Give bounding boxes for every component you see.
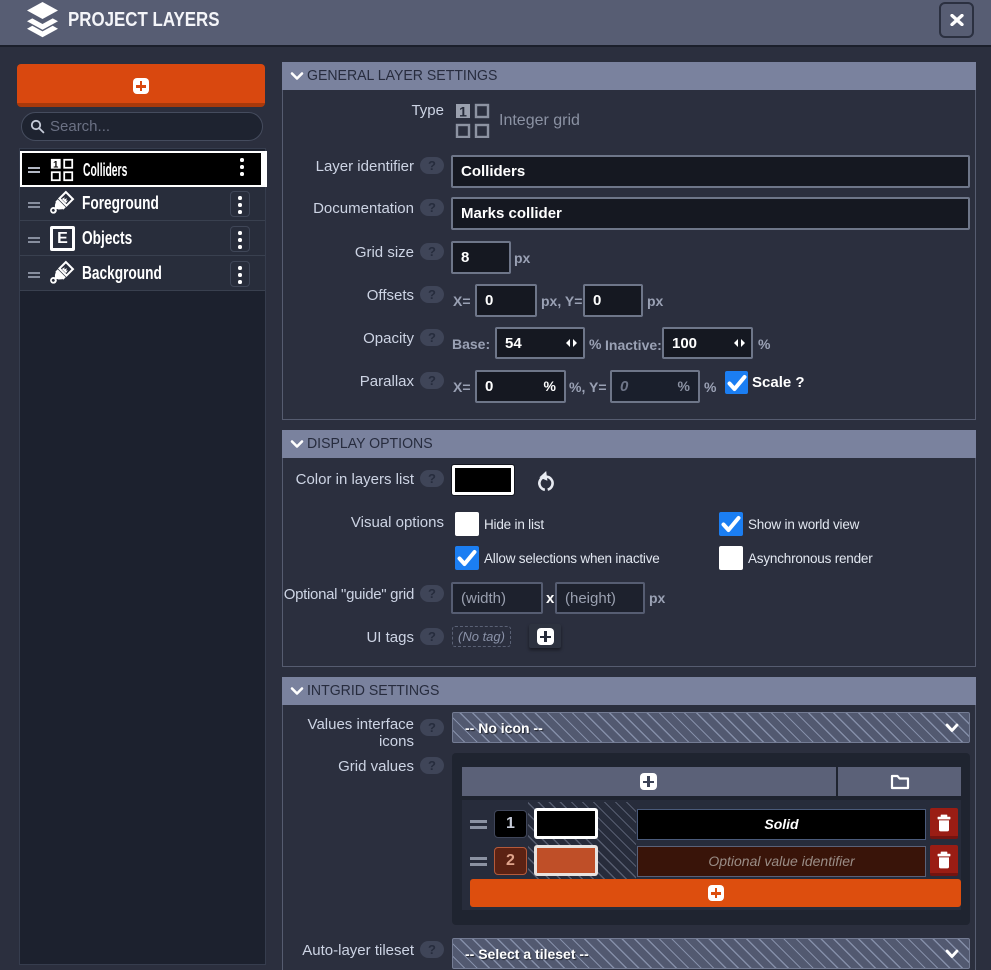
svg-text:1: 1 xyxy=(53,159,58,169)
svg-text:1: 1 xyxy=(459,104,467,120)
